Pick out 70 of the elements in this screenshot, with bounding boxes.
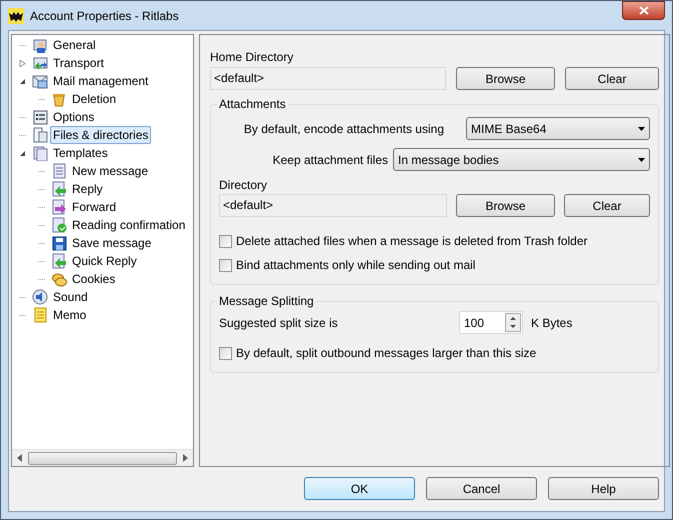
split-size-spinner[interactable]: 100 bbox=[459, 311, 523, 334]
checkbox-label: Bind attachments only while sending out mail bbox=[236, 257, 476, 274]
close-button[interactable] bbox=[622, 1, 665, 20]
collapse-arrow-icon[interactable] bbox=[18, 150, 26, 156]
tree-item[interactable]: Templates bbox=[50, 144, 111, 162]
reply-icon bbox=[51, 253, 67, 269]
tree-item[interactable]: Reply bbox=[69, 180, 106, 198]
sound-icon bbox=[32, 289, 48, 305]
memo-icon bbox=[32, 307, 48, 323]
tree-item[interactable]: General bbox=[50, 36, 99, 54]
transport-icon bbox=[32, 55, 48, 71]
caret-icon bbox=[638, 158, 645, 162]
push-button[interactable]: Clear bbox=[565, 67, 659, 90]
tree-item[interactable]: Mail management bbox=[50, 72, 152, 90]
tree-item[interactable]: Sound bbox=[50, 288, 91, 306]
tree-item[interactable]: Forward bbox=[69, 198, 120, 216]
tree-item[interactable]: Files & directories bbox=[50, 126, 152, 144]
checkbox-label: Delete attached files when a message is deleted from Trash folder bbox=[236, 233, 588, 250]
options-icon bbox=[32, 109, 48, 125]
confirm-icon bbox=[51, 217, 67, 233]
push-button[interactable]: OK bbox=[304, 477, 415, 500]
user-icon bbox=[32, 37, 48, 53]
bin-icon bbox=[51, 91, 67, 107]
field-label: Keep attachment files bbox=[272, 152, 388, 168]
dropdown[interactable]: MIME Base64 bbox=[466, 117, 650, 140]
reply-icon bbox=[51, 181, 67, 197]
path-field[interactable]: <default> bbox=[210, 67, 446, 90]
group-title: Message Splitting bbox=[217, 294, 316, 308]
checkbox[interactable] bbox=[219, 234, 232, 248]
field-label: Suggested split size is bbox=[219, 314, 339, 332]
group-title: Attachments bbox=[217, 97, 288, 111]
push-button[interactable]: Help bbox=[548, 477, 659, 500]
checkbox[interactable] bbox=[219, 258, 232, 272]
tree-item[interactable]: Cookies bbox=[69, 270, 118, 288]
section-label: Directory bbox=[219, 177, 268, 193]
tree-item[interactable]: Transport bbox=[50, 54, 107, 72]
horizontal-scrollbar[interactable] bbox=[12, 449, 193, 466]
tree-item[interactable]: Quick Reply bbox=[69, 252, 140, 270]
checkbox-label: By default, split outbound messages larger than this size bbox=[236, 345, 536, 362]
unit-label: K Bytes bbox=[531, 314, 572, 332]
caret-icon bbox=[638, 126, 645, 130]
push-button[interactable]: Clear bbox=[564, 194, 650, 217]
close-icon bbox=[638, 6, 648, 15]
tree-item[interactable]: New message bbox=[69, 162, 152, 180]
tree-item[interactable]: Save message bbox=[69, 234, 154, 252]
mail-icon bbox=[32, 73, 48, 89]
tree-item[interactable]: Memo bbox=[50, 306, 90, 324]
push-button[interactable]: Browse bbox=[456, 194, 555, 217]
page-icon bbox=[51, 163, 67, 179]
window-title: Account Properties - Ritlabs bbox=[30, 8, 179, 24]
tree-item[interactable]: Reading confirmation bbox=[69, 216, 188, 234]
path-field[interactable]: <default> bbox=[219, 194, 447, 217]
forward-icon bbox=[51, 199, 67, 215]
bat-logo-icon bbox=[8, 8, 24, 24]
checkbox[interactable] bbox=[219, 346, 232, 360]
cookies-icon bbox=[51, 271, 67, 287]
tree-item[interactable]: Options bbox=[50, 108, 98, 126]
collapse-arrow-icon[interactable] bbox=[18, 78, 26, 84]
field-label: By default, encode attachments using bbox=[244, 120, 444, 138]
push-button[interactable]: Browse bbox=[456, 67, 555, 90]
dropdown[interactable]: In message bodies bbox=[393, 148, 650, 171]
tree-item[interactable]: Deletion bbox=[69, 90, 120, 108]
push-button[interactable]: Cancel bbox=[426, 477, 537, 500]
expand-arrow-icon[interactable] bbox=[18, 60, 26, 66]
scroll-thumb[interactable] bbox=[28, 452, 178, 464]
spin-arrows-icon[interactable] bbox=[505, 313, 521, 332]
section-label: Home Directory bbox=[210, 49, 294, 65]
files-icon bbox=[32, 127, 48, 143]
save-icon bbox=[51, 235, 67, 251]
templates-icon bbox=[32, 145, 48, 161]
